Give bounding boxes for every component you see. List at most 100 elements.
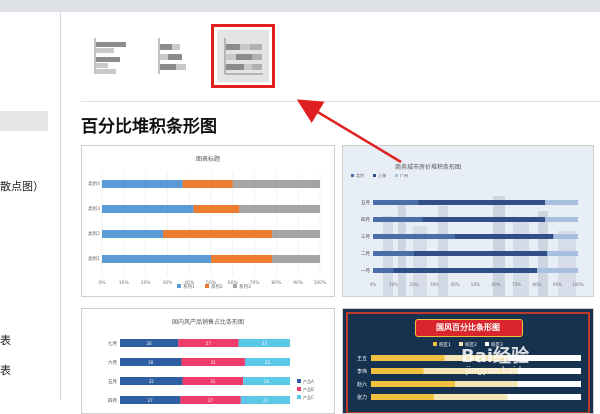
t2-bar-segment bbox=[393, 268, 537, 273]
t4-category-label: 李伟 bbox=[357, 368, 367, 375]
t1-legend-swatch bbox=[233, 284, 237, 288]
t1-bar-segment bbox=[102, 205, 194, 213]
t1-bar-segment bbox=[163, 230, 273, 238]
t2-legend-label: 上海 bbox=[378, 172, 386, 178]
t4-legend-swatch bbox=[433, 342, 437, 346]
t3-data-label: 24 bbox=[264, 379, 270, 384]
t2-xtick: 60% bbox=[492, 282, 501, 287]
t2-xtick: 30% bbox=[430, 282, 439, 287]
highlight-box bbox=[211, 24, 275, 88]
t2-bar-segment bbox=[373, 251, 414, 256]
t3-data-label: 32 bbox=[149, 379, 155, 384]
t2-xtick: 100% bbox=[572, 282, 584, 287]
t2-bar-segment bbox=[545, 200, 578, 205]
t3-category-label: 六月 bbox=[108, 359, 117, 366]
t1-xtick: 70% bbox=[250, 280, 261, 286]
t2-bar-segment bbox=[422, 217, 546, 222]
t3-data-label: 31 bbox=[211, 360, 217, 365]
t3-data-label: 27 bbox=[206, 341, 212, 346]
template-3-chart: 七月 26 27 23 六月 30 31 22 五月 32 31 24 四月 27 27 22 产品A 产品B 产品… bbox=[108, 339, 314, 404]
t2-legend-swatch bbox=[351, 174, 354, 177]
t3-data-label: 26 bbox=[147, 341, 153, 346]
t1-xtick: 90% bbox=[293, 280, 304, 286]
t4-bar-segment bbox=[371, 381, 455, 387]
t4-bar-segment bbox=[371, 394, 434, 400]
t1-bar-segment bbox=[272, 230, 320, 238]
t4-bar-segment bbox=[434, 394, 508, 400]
t1-category-label: 类别3 bbox=[88, 205, 100, 212]
t3-data-label: 27 bbox=[208, 398, 214, 403]
t4-bar-segment bbox=[507, 394, 581, 400]
t2-legend-swatch bbox=[395, 174, 398, 177]
t2-xtick: 20% bbox=[410, 282, 419, 287]
t4-legend-label: 校区1 bbox=[439, 341, 451, 348]
t1-legend-swatch bbox=[177, 284, 181, 288]
t2-bar-segment bbox=[414, 251, 548, 256]
stacked-bar-icon[interactable] bbox=[151, 30, 203, 82]
t1-category-label: 类别1 bbox=[88, 255, 100, 262]
watermark-site: jingyan.baidu.com bbox=[466, 366, 550, 376]
t1-bar-segment bbox=[211, 255, 273, 263]
t2-bar-segment bbox=[373, 200, 419, 205]
t4-bar-segment bbox=[371, 355, 445, 361]
t1-xtick: 10% bbox=[119, 280, 130, 286]
t2-bar-segment bbox=[373, 234, 455, 239]
t1-legend-label: 系列3 bbox=[239, 283, 251, 290]
t2-xtick: 50% bbox=[471, 282, 480, 287]
t2-category-label: 四月 bbox=[361, 217, 370, 223]
template-thumbnail-3[interactable]: 国内风产品销售占比条形图 七月 26 27 23 六月 30 31 22 五月 32 31 24 四月 2… bbox=[81, 308, 335, 414]
t1-category-label: 类别4 bbox=[88, 180, 100, 187]
template-thumbnail-2[interactable]: 商务城市房价堆积条形图 北京 上海 广州 五月 四月 三月 二月 一月 0% 10% 20% 30% 4… bbox=[342, 145, 594, 297]
t2-bar-segment bbox=[373, 268, 394, 273]
template-1-chart: 0% 10% 20% 30% 40% 50% 60% 70% 80% 90% 100%类别4类别3类… bbox=[88, 172, 327, 290]
clustered-bar-icon[interactable] bbox=[87, 30, 139, 82]
t2-xtick: 70% bbox=[512, 282, 521, 287]
t1-xtick: 20% bbox=[141, 280, 152, 286]
t2-xtick: 90% bbox=[553, 282, 562, 287]
divider bbox=[81, 101, 600, 102]
t2-category-label: 二月 bbox=[361, 251, 370, 257]
t1-legend-label: 系列2 bbox=[211, 283, 223, 290]
t1-bar-segment bbox=[193, 205, 240, 213]
t3-category-label: 七月 bbox=[108, 340, 117, 347]
chart-type-sidebar: 散点图） 表 表 bbox=[0, 12, 61, 400]
t1-bar-segment bbox=[272, 255, 320, 263]
t3-data-label: 31 bbox=[210, 379, 216, 384]
t2-bar-segment bbox=[537, 268, 578, 273]
t1-category-label: 类别2 bbox=[88, 230, 100, 237]
t2-bar-segment bbox=[418, 200, 546, 205]
t2-xtick: 40% bbox=[451, 282, 460, 287]
t2-legend-label: 广州 bbox=[400, 172, 408, 178]
t4-bar-segment bbox=[371, 368, 424, 374]
t3-data-label: 22 bbox=[263, 398, 269, 403]
sidebar-item-scatter[interactable]: 散点图） bbox=[0, 178, 44, 194]
template-4-title: 国风百分比条形图 bbox=[436, 323, 500, 332]
t3-legend-label: 产品A bbox=[303, 378, 314, 384]
t2-bar-segment bbox=[553, 234, 578, 239]
t4-category-label: 赵六 bbox=[357, 381, 367, 388]
t4-category-label: 王五 bbox=[357, 356, 367, 362]
t2-xtick: 10% bbox=[389, 282, 398, 287]
template-thumbnail-1[interactable]: 图表标题 0% 10% 20% 30% 40% 50% 60% 70% 80% 90% 100% 类别… bbox=[81, 145, 335, 297]
t2-category-label: 三月 bbox=[361, 234, 370, 240]
t3-category-label: 四月 bbox=[108, 398, 117, 404]
t2-bar-segment bbox=[373, 217, 423, 222]
sidebar-item-table-2[interactable]: 表 bbox=[0, 362, 11, 378]
sidebar-item-selected[interactable] bbox=[0, 111, 48, 131]
t3-legend-swatch bbox=[297, 379, 301, 383]
t1-bar-segment bbox=[232, 180, 320, 188]
t4-bar-segment bbox=[455, 381, 518, 387]
t1-bar-segment bbox=[182, 180, 233, 188]
t2-category-label: 五月 bbox=[361, 200, 370, 206]
sidebar-item-table-1[interactable]: 表 bbox=[0, 332, 11, 348]
t3-data-label: 27 bbox=[148, 398, 154, 403]
t1-xtick: 30% bbox=[162, 280, 173, 286]
t2-bar-segment bbox=[547, 251, 578, 256]
t1-bar-segment bbox=[102, 180, 183, 188]
watermark-logo: Bai经验 bbox=[461, 346, 530, 367]
t1-bar-segment bbox=[239, 205, 320, 213]
t2-category-label: 一月 bbox=[361, 268, 370, 274]
t2-legend-swatch bbox=[373, 174, 376, 177]
t3-data-label: 22 bbox=[265, 360, 271, 365]
t3-category-label: 五月 bbox=[108, 379, 117, 385]
